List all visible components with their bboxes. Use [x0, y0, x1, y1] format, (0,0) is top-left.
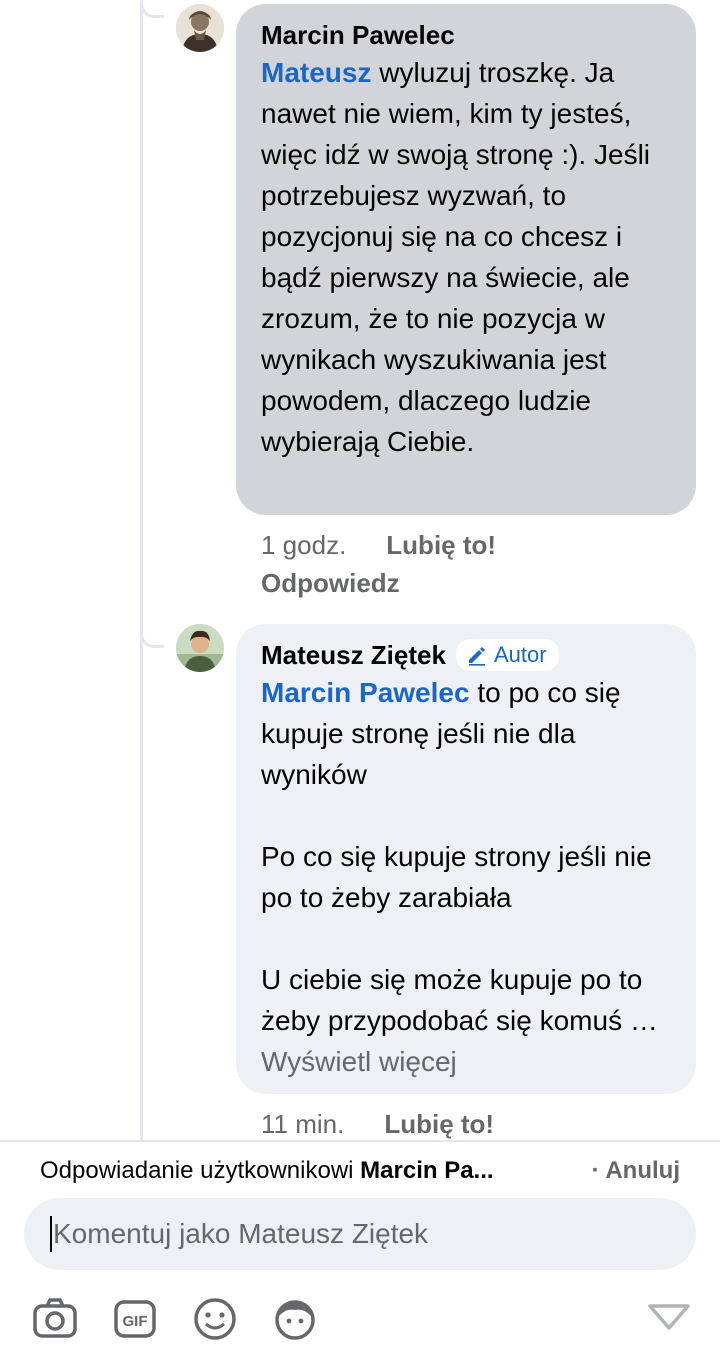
thread-branch — [140, 630, 164, 648]
svg-text:GIF: GIF — [123, 1313, 148, 1330]
comment-author[interactable]: Mateusz Ziętek — [261, 638, 446, 672]
gif-icon[interactable]: GIF — [112, 1294, 158, 1338]
comment-timestamp[interactable]: 11 min. — [261, 1109, 344, 1139]
camera-icon[interactable] — [32, 1294, 78, 1338]
text-caret — [50, 1216, 52, 1252]
pencil-icon — [468, 647, 485, 666]
comment-text: Po co się kupuje strony jeśli nie po to … — [261, 841, 652, 913]
comment-input-box[interactable] — [24, 1198, 696, 1270]
see-more-link[interactable]: Wyświetl więcej — [261, 1046, 457, 1077]
cancel-reply-button[interactable]: · Anuluj — [592, 1156, 680, 1186]
comment-text: U ciebie się może kupuje po to żeby przy… — [261, 964, 658, 1077]
avatar[interactable] — [176, 4, 224, 52]
send-icon[interactable] — [646, 1294, 692, 1334]
comment-bubble: Mateusz Ziętek Autor Marcin Pawelec to p… — [236, 624, 696, 1094]
badge-label: Autor — [493, 642, 547, 667]
reply-button[interactable]: Odpowiedz — [261, 564, 496, 602]
avatar[interactable] — [176, 624, 224, 672]
author-badge: Autor — [455, 639, 559, 671]
comment-meta: 11 min. Lubię to! — [261, 1105, 494, 1143]
like-button[interactable]: Lubię to! — [386, 530, 496, 560]
emoji-icon[interactable] — [192, 1294, 238, 1340]
comment-bubble: Marcin Pawelec Mateusz wyluzuj troszkę. … — [236, 4, 696, 515]
comment-input[interactable] — [53, 1218, 653, 1250]
comment-timestamp[interactable]: 1 godz. — [261, 530, 346, 560]
comment-meta: 1 godz. Lubię to! Odpowiedz — [261, 526, 496, 602]
comment-author[interactable]: Marcin Pawelec — [261, 18, 455, 52]
comment-text: Mateusz wyluzuj troszkę. Ja nawet nie wi… — [261, 57, 651, 457]
avatar-sticker-icon[interactable] — [272, 1294, 318, 1340]
thread-line — [140, 0, 143, 1140]
mention-link[interactable]: Marcin Pawelec — [261, 677, 470, 708]
replying-to-label: Odpowiadanie użytkownikowi Marcin Pa... — [40, 1157, 494, 1184]
mention-link[interactable]: Mateusz — [261, 57, 371, 88]
like-button[interactable]: Lubię to! — [384, 1109, 494, 1139]
comment-text: Marcin Pawelec to po co się kupuje stron… — [261, 677, 621, 790]
thread-branch — [140, 0, 164, 18]
reply-composer: Odpowiadanie użytkownikowi Marcin Pa... … — [0, 1140, 720, 1340]
